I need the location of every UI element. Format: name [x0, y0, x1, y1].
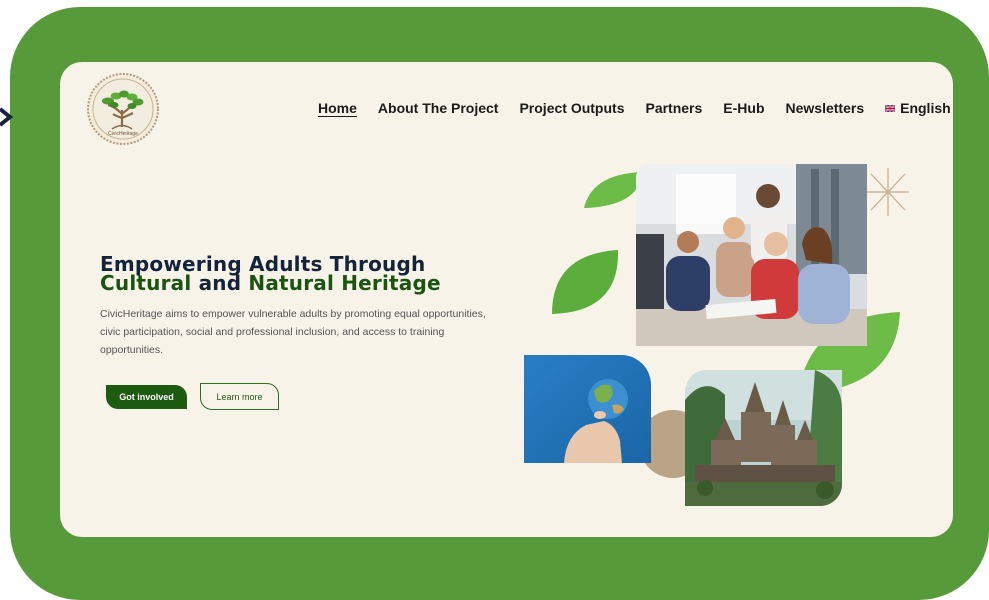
logo-text: CivicHeritage — [108, 131, 138, 137]
nav-project-outputs[interactable]: Project Outputs — [519, 100, 624, 116]
nav-newsletters[interactable]: Newsletters — [786, 100, 865, 116]
hero-description: CivicHeritage aims to empower vulnerable… — [100, 308, 486, 356]
language-selector[interactable]: English — [885, 100, 953, 116]
learn-more-button[interactable]: Learn more — [200, 383, 279, 410]
civicheritage-logo[interactable]: CivicHeritage — [86, 72, 160, 146]
hero-title-cultural: Cultural — [100, 271, 192, 295]
language-label: English — [900, 100, 951, 116]
hero-title-natural-heritage: Natural Heritage — [248, 271, 441, 295]
team-collaboration-photo — [636, 164, 867, 346]
nav-about-the-project[interactable]: About The Project — [378, 100, 499, 116]
leaf-decoration-icon — [552, 250, 619, 314]
starburst-icon — [867, 168, 909, 216]
hero-title-line2: Cultural and Natural Heritage — [100, 271, 500, 295]
nav-e-hub[interactable]: E-Hub — [723, 100, 764, 116]
uk-flag-icon — [885, 104, 896, 112]
hand-holding-globe-photo — [524, 355, 651, 463]
nav-home[interactable]: Home — [318, 100, 357, 116]
hero-collage — [60, 62, 953, 537]
leaf-decoration-icon — [584, 172, 642, 208]
main-nav: Home About The Project Project Outputs P… — [318, 100, 953, 116]
hero-title: Empowering Adults Through Cultural and N… — [100, 254, 500, 295]
chevron-right-icon — [0, 107, 14, 127]
ancient-temple-photo — [685, 370, 842, 506]
got-involved-button[interactable]: Got involved — [106, 385, 187, 409]
nav-partners[interactable]: Partners — [645, 100, 702, 116]
website-screen: CivicHeritage Home About The Project Pro… — [60, 62, 953, 537]
hero-title-and: and — [198, 271, 242, 295]
